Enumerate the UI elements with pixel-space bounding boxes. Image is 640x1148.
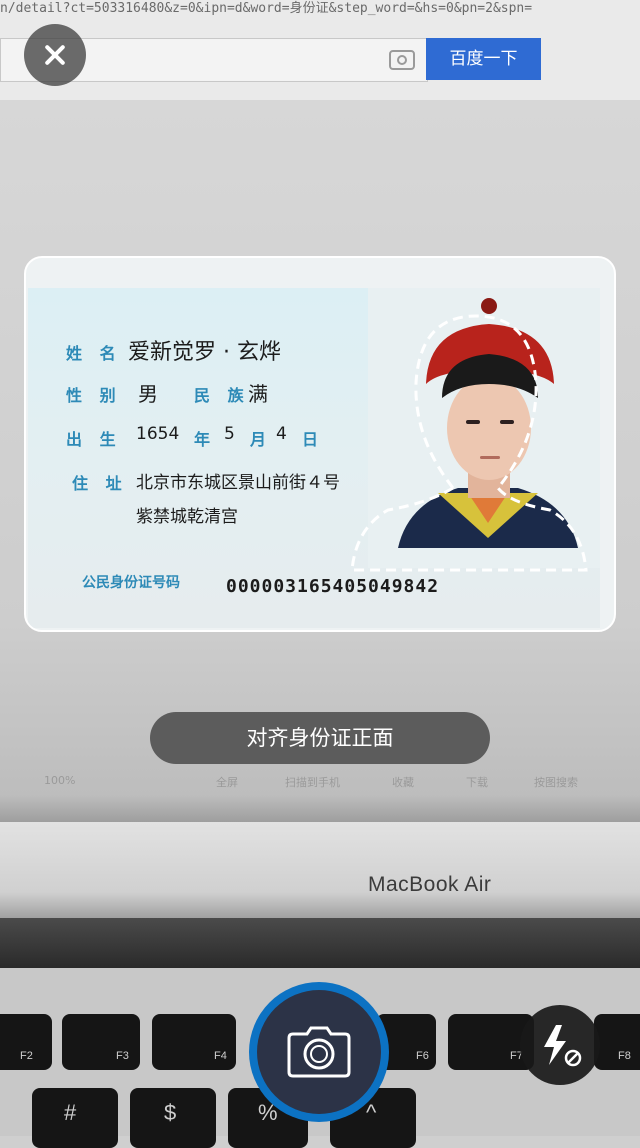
capture-button[interactable] — [249, 982, 389, 1122]
flash-toggle-button[interactable] — [520, 1005, 600, 1085]
background-laptop-label: MacBook Air — [368, 873, 492, 896]
capture-button-inner — [257, 990, 381, 1114]
address-line2: 紫禁城乾清宫 — [136, 507, 238, 527]
background-url: n/detail?ct=503316480&z=0&ipn=d&word=身份证… — [0, 1, 533, 16]
background-key: F8 — [594, 1014, 640, 1070]
alignment-guide — [350, 314, 588, 572]
background-toolbar-item: 收藏 — [392, 776, 414, 789]
background-toolbar-item: 全屏 — [216, 776, 238, 789]
id-card: 姓 名 爱新觉罗 · 玄烨 性 别 男 民 族 满 出 生 1654 年 5 月… — [28, 288, 600, 628]
background-toolbar-item: 按图搜索 — [534, 776, 578, 789]
year-unit: 年 — [194, 430, 211, 449]
close-button[interactable] — [24, 24, 86, 86]
month-unit: 月 — [250, 430, 267, 449]
day-unit: 日 — [302, 430, 319, 449]
background-laptop-bezel — [0, 822, 640, 922]
background-toolbar-item: 100% — [44, 774, 76, 787]
background-key: F3 — [62, 1014, 140, 1070]
birth-month: 5 — [224, 424, 235, 444]
background-key: $ — [130, 1088, 216, 1148]
align-hint: 对齐身份证正面 — [150, 712, 490, 764]
camera-icon — [287, 1026, 351, 1078]
scan-frame: 姓 名 爱新觉罗 · 玄烨 性 别 男 民 族 满 出 生 1654 年 5 月… — [24, 256, 616, 632]
flash-off-icon — [544, 1025, 582, 1067]
background-toolbar: 100% 全屏 扫描到手机 收藏 下载 按图搜索 — [20, 770, 630, 800]
background-key: # — [32, 1088, 118, 1148]
ethnicity-label: 民 族 — [194, 386, 250, 405]
background-toolbar-item: 下载 — [466, 776, 488, 789]
background-search-button: 百度一下 — [426, 38, 541, 80]
address-label: 住 址 — [72, 474, 128, 493]
name-value: 爱新觉罗 · 玄烨 — [128, 340, 281, 365]
background-key: F2 — [0, 1014, 52, 1070]
id-number-label: 公民身份证号码 — [82, 575, 180, 591]
background-toolbar-item: 扫描到手机 — [285, 776, 340, 789]
gender-value: 男 — [138, 382, 158, 406]
background-camera-icon — [389, 50, 415, 70]
background-key: F4 — [152, 1014, 236, 1070]
birth-day: 4 — [276, 424, 287, 444]
birth-year: 1654 — [136, 424, 180, 444]
gender-label: 性 别 — [66, 386, 122, 405]
name-label: 姓 名 — [66, 344, 122, 363]
background-laptop-hinge — [0, 918, 640, 968]
birth-label: 出 生 — [66, 430, 122, 449]
address-line1: 北京市东城区景山前街４号 — [136, 473, 340, 493]
ethnicity-value: 满 — [248, 382, 268, 406]
background-browser-bar: n/detail?ct=503316480&z=0&ipn=d&word=身份证… — [0, 0, 640, 100]
